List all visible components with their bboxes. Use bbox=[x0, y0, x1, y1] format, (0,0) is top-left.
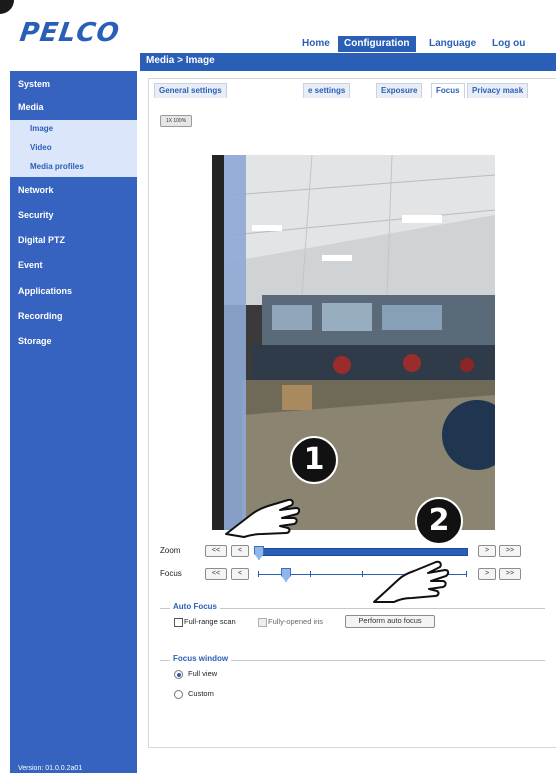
sidebar-item-recording[interactable]: Recording bbox=[18, 311, 63, 321]
fully-opened-iris-checkbox[interactable] bbox=[258, 618, 267, 627]
tab-general-settings[interactable]: General settings bbox=[154, 83, 227, 98]
sidebar-subitem-image[interactable]: Image bbox=[10, 120, 137, 139]
version-text: Version: 01.0.0.2a01 bbox=[18, 765, 83, 772]
pelco-logo: PELCO bbox=[17, 18, 122, 48]
sidebar-subitem-label: Video bbox=[30, 143, 52, 152]
sidebar-item-media[interactable]: Media bbox=[18, 102, 44, 112]
focus-label: Focus bbox=[160, 569, 182, 578]
sidebar-item-storage[interactable]: Storage bbox=[18, 336, 52, 346]
full-range-scan-checkbox[interactable] bbox=[174, 618, 183, 627]
tab-exposure[interactable]: Exposure bbox=[376, 83, 423, 98]
sidebar-item-digital-ptz[interactable]: Digital PTZ bbox=[18, 235, 65, 245]
obscured-tab-area bbox=[240, 82, 298, 100]
nav-logout[interactable]: Log ou bbox=[486, 36, 531, 52]
full-view-label: Full view bbox=[188, 669, 218, 678]
nav-language[interactable]: Language bbox=[423, 36, 482, 52]
breadcrumb: Media > Image bbox=[146, 55, 215, 66]
sidebar-subitem-label: Media profiles bbox=[30, 162, 84, 171]
focus-far-button[interactable]: > bbox=[478, 568, 496, 580]
full-view-radio[interactable] bbox=[174, 670, 183, 679]
fully-opened-iris-label: Fully-opened iris bbox=[268, 617, 324, 626]
perform-auto-focus-button[interactable]: Perform auto focus bbox=[345, 615, 435, 628]
nav-configuration[interactable]: Configuration bbox=[338, 36, 416, 52]
sidebar-subitem-video[interactable]: Video bbox=[10, 139, 137, 158]
tab-privacy-mask[interactable]: Privacy mask bbox=[467, 83, 529, 98]
callout-badge-2: 2 bbox=[415, 497, 463, 545]
camera-live-view bbox=[212, 155, 495, 530]
sidebar-item-event[interactable]: Event bbox=[18, 260, 43, 270]
focus-tick bbox=[362, 571, 363, 577]
focus-tick bbox=[466, 571, 467, 577]
sidebar-subitem-media-profiles[interactable]: Media profiles bbox=[10, 158, 137, 177]
tab-focus[interactable]: Focus bbox=[431, 83, 465, 98]
zoom-in-button[interactable]: > bbox=[478, 545, 496, 557]
custom-radio[interactable] bbox=[174, 690, 183, 699]
zoom-label: Zoom bbox=[160, 546, 181, 555]
full-range-scan-label: Full-range scan bbox=[184, 617, 236, 626]
sidebar-item-system[interactable]: System bbox=[18, 79, 50, 89]
sidebar-item-security[interactable]: Security bbox=[18, 210, 54, 220]
focus-fast-near-button[interactable]: << bbox=[205, 568, 227, 580]
zoom-level-indicator: 1X 100% bbox=[160, 115, 192, 127]
tab-image-settings[interactable]: e settings bbox=[303, 83, 351, 98]
callout-badge-1: 1 bbox=[290, 436, 338, 484]
focus-near-button[interactable]: < bbox=[231, 568, 249, 580]
zoom-fast-out-button[interactable]: << bbox=[205, 545, 227, 557]
nav-home[interactable]: Home bbox=[296, 36, 336, 52]
zoom-fast-in-button[interactable]: >> bbox=[499, 545, 521, 557]
auto-focus-title: Auto Focus bbox=[170, 602, 220, 611]
sidebar-item-network[interactable]: Network bbox=[18, 185, 54, 195]
focus-tick bbox=[258, 571, 259, 577]
sidebar-item-applications[interactable]: Applications bbox=[18, 286, 72, 296]
focus-fast-far-button[interactable]: >> bbox=[499, 568, 521, 580]
camera-scene-image bbox=[212, 155, 495, 530]
pointing-hand-icon bbox=[225, 498, 301, 538]
corner-decoration bbox=[0, 0, 14, 14]
custom-label: Custom bbox=[188, 689, 214, 698]
sidebar-subitem-label: Image bbox=[30, 124, 54, 133]
focus-tick bbox=[310, 571, 311, 577]
pointing-hand-icon bbox=[373, 560, 450, 603]
top-header: PELCO Home Configuration Language Log ou bbox=[0, 0, 556, 53]
zoom-out-button[interactable]: < bbox=[231, 545, 249, 557]
focus-window-title: Focus window bbox=[170, 654, 232, 663]
